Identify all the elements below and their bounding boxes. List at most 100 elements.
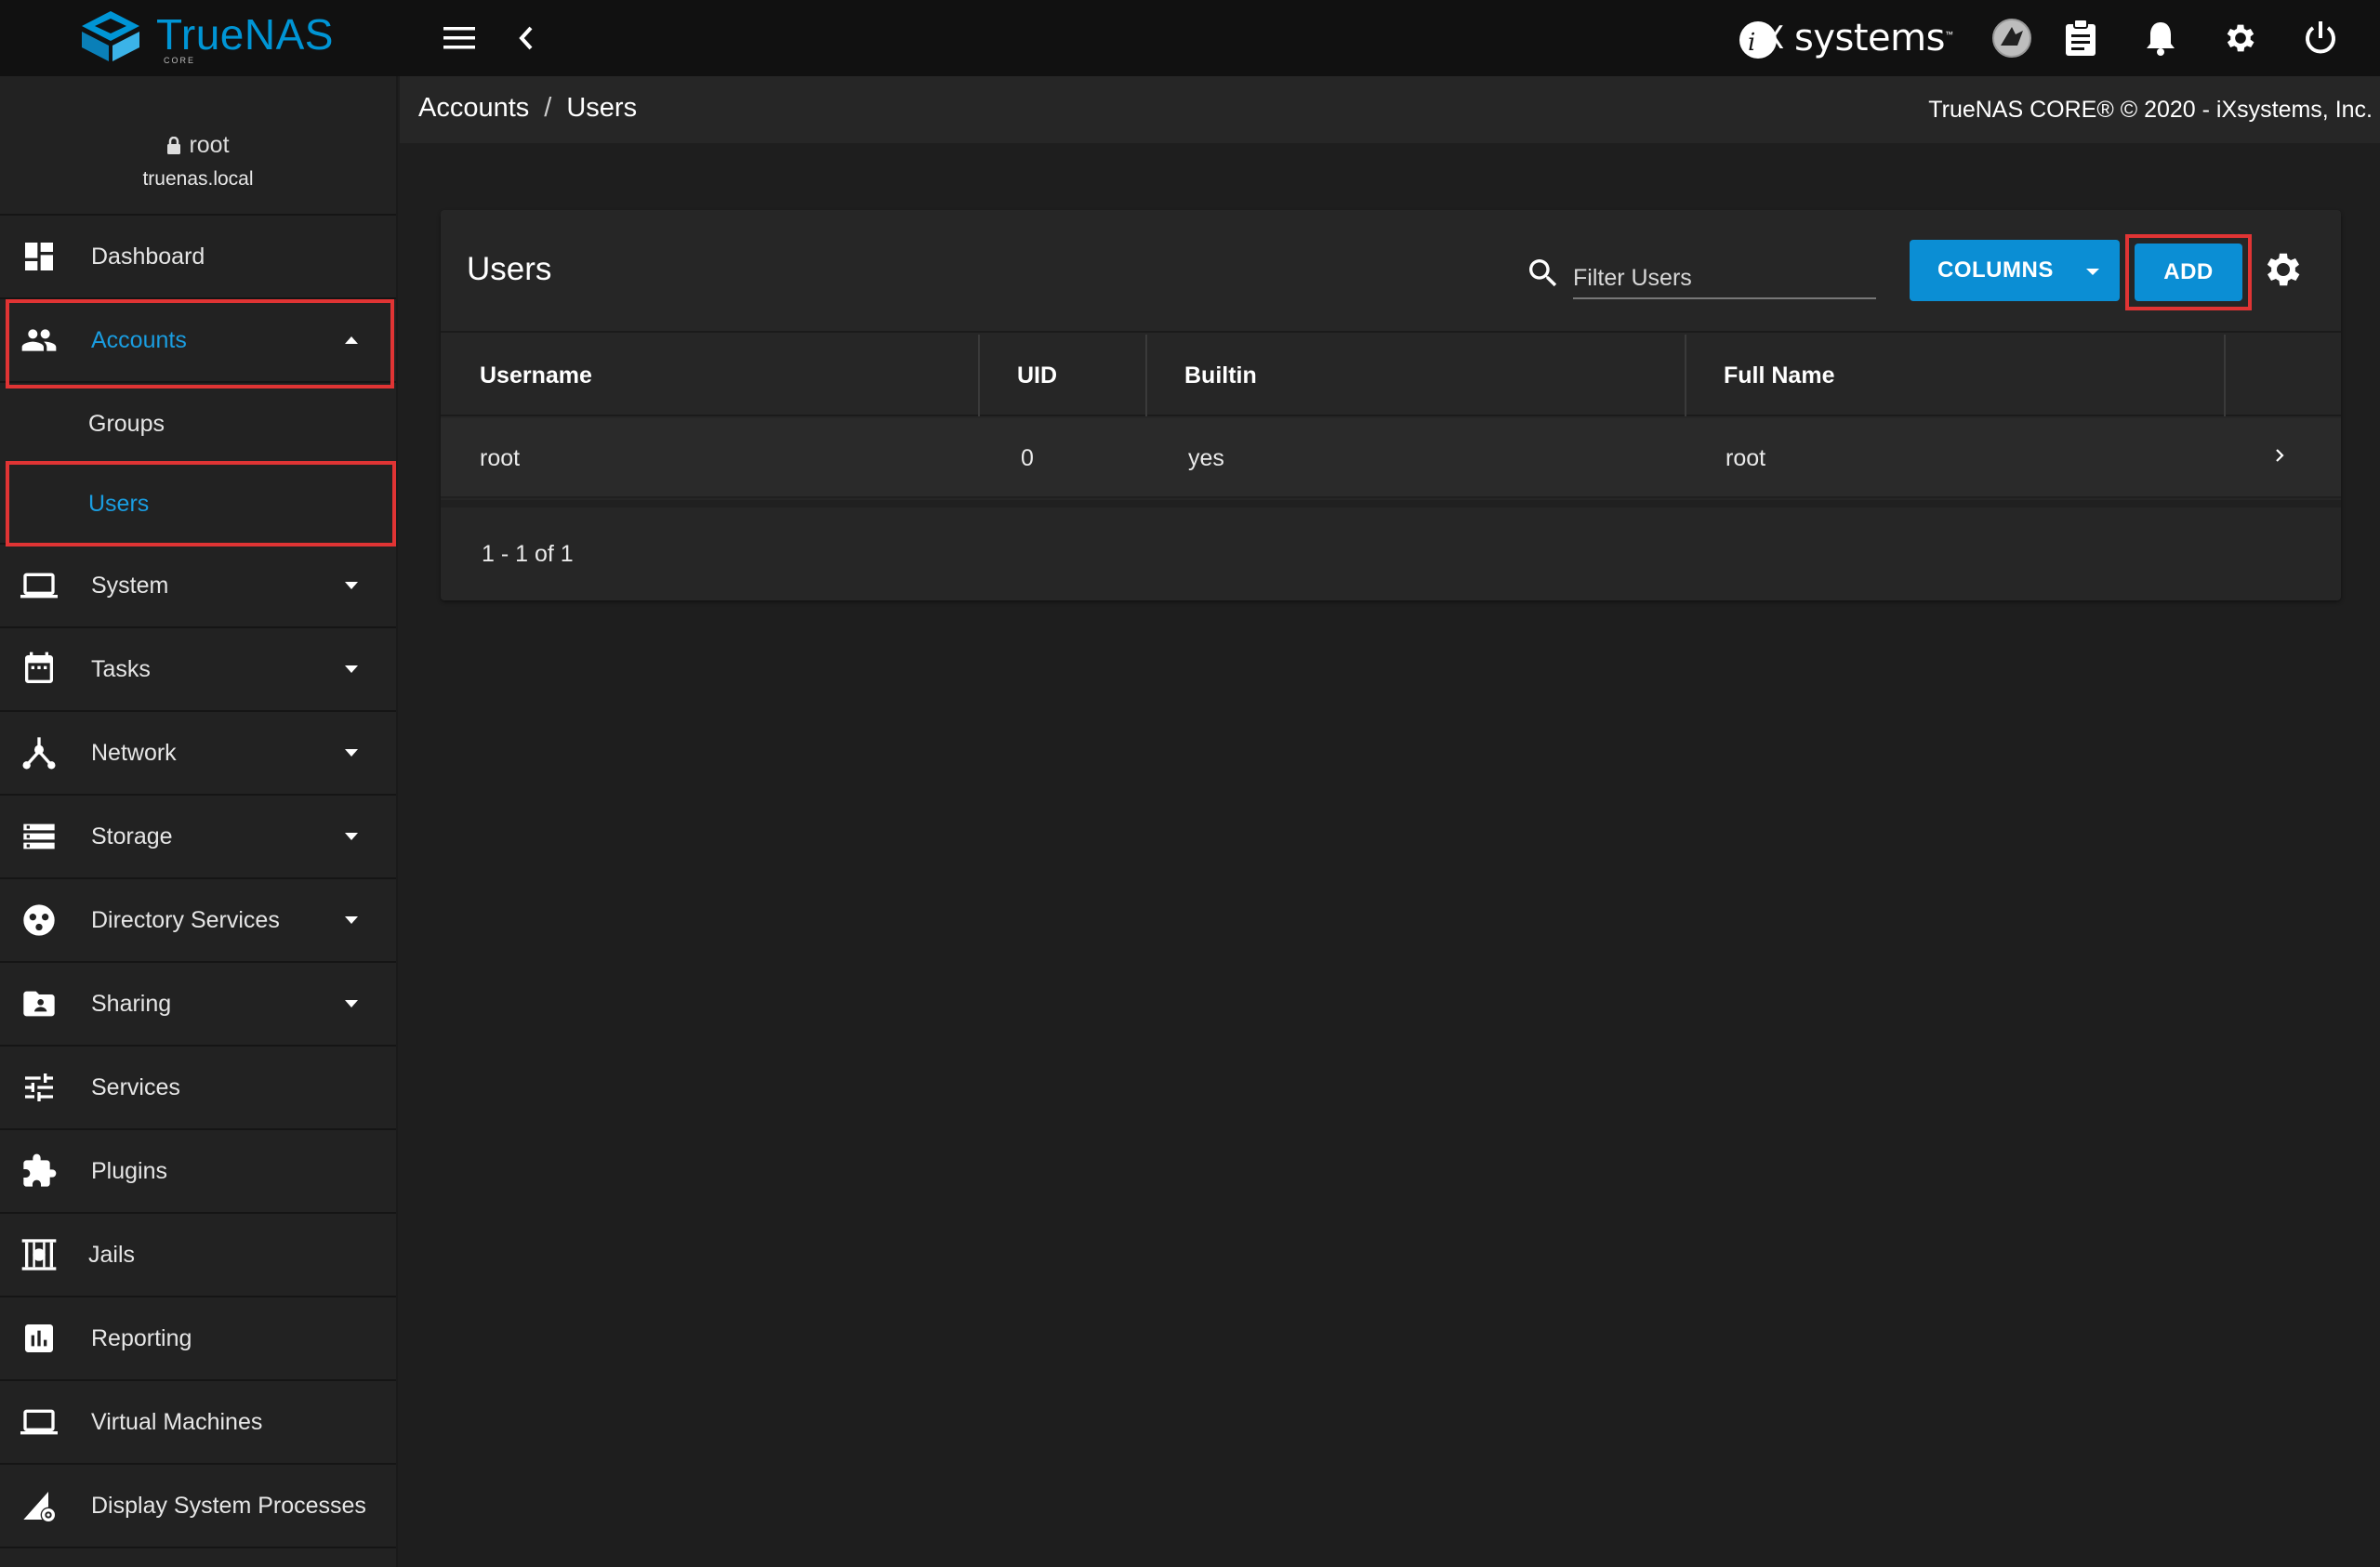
copyright-text: TrueNAS CORE® © 2020 - iXsystems, Inc. [1928, 97, 2373, 123]
truenas-logo-mark [82, 11, 139, 61]
add-user-button[interactable]: ADD [2135, 244, 2242, 301]
vendor-trademark: ™ [1944, 30, 1953, 39]
table-header: Username UID Builtin Full Name [441, 335, 2341, 416]
sidebar-item-label: Plugins [91, 1157, 167, 1184]
settings-gear-icon[interactable] [2220, 18, 2261, 59]
column-header-uid[interactable]: UID [1017, 335, 1057, 416]
sidebar-subitem-label: Groups [88, 410, 165, 437]
chevron-left-icon[interactable] [506, 18, 547, 59]
table-settings-gear-icon[interactable] [2261, 247, 2306, 292]
table-footer-divider [441, 500, 2341, 507]
sidebar-item-label: Sharing [91, 990, 172, 1017]
sidebar-item-label: Services [91, 1073, 180, 1100]
bell-icon[interactable] [2140, 18, 2181, 59]
sidebar-subitem-users[interactable]: Users [0, 465, 396, 545]
sidebar-item-tasks[interactable]: Tasks [0, 628, 396, 712]
filter-users-input[interactable] [1573, 249, 1876, 299]
sidebar-item-accounts[interactable]: Accounts [0, 299, 396, 383]
add-button-label: ADD [2163, 259, 2214, 284]
column-header-username[interactable]: Username [480, 335, 592, 416]
cell-builtin: yes [1188, 444, 1224, 471]
breadcrumb-users: Users [566, 93, 638, 123]
breadcrumb-accounts[interactable]: Accounts [418, 93, 529, 124]
ixsystems-logo[interactable]: i X systems ™ [1735, 11, 1953, 65]
column-header-full-name[interactable]: Full Name [1724, 335, 1834, 416]
sidebar-item-label: Storage [91, 823, 173, 849]
caret-down-icon [345, 916, 358, 924]
cell-uid: 0 [1021, 444, 1034, 471]
caret-down-icon [345, 833, 358, 840]
sidebar-subitem-label: Users [88, 490, 150, 517]
hostname-label: truenas.local [142, 168, 254, 190]
sidebar-item-label: Network [91, 739, 177, 766]
breadcrumb: Accounts / Users [418, 93, 637, 124]
clipboard-icon[interactable] [2060, 18, 2101, 59]
sidebar-item-storage[interactable]: Storage [0, 796, 396, 879]
sidebar-item-jails[interactable]: Jails [0, 1214, 396, 1297]
sidebar-item-plugins[interactable]: Plugins [0, 1130, 396, 1214]
sidebar-item-label: Accounts [91, 326, 187, 353]
sidebar-item-virtual-machines[interactable]: Virtual Machines [0, 1381, 396, 1465]
chevron-right-icon[interactable] [2270, 446, 2289, 465]
chart-icon [25, 1324, 53, 1352]
table-row[interactable]: root 0 yes root [441, 418, 2341, 498]
brand-edition: CORE [164, 56, 196, 65]
calendar-icon [25, 652, 53, 683]
directory-icon [23, 904, 55, 936]
dashboard-icon [25, 243, 53, 270]
sidebar-item-label: System [91, 572, 169, 599]
lock-icon [167, 136, 181, 154]
storage-icon [23, 823, 55, 849]
network-icon [22, 737, 56, 770]
sidebar-item-label: Virtual Machines [91, 1408, 263, 1435]
filter-users [1525, 249, 1915, 299]
cell-full-name: root [1726, 444, 1766, 471]
user-info: root truenas.local [0, 76, 396, 216]
columns-button-label: COLUMNS [1937, 257, 2054, 283]
page-title: Users [467, 251, 552, 287]
laptop-icon [20, 573, 58, 599]
svg-text:i: i [1748, 29, 1755, 57]
breadcrumb-separator: / [544, 93, 552, 123]
sidebar-item-label: Jails [88, 1241, 136, 1268]
brand-wordmark: TrueNAS [156, 10, 334, 59]
processes-icon [23, 1492, 57, 1523]
vendor-wordmark: systems [1794, 17, 1945, 59]
username-label: root [189, 132, 230, 158]
sidebar-item-label: Display System Processes [91, 1492, 366, 1519]
jail-icon [21, 1239, 57, 1271]
sidebar-item-reporting[interactable]: Reporting [0, 1297, 396, 1381]
column-header-builtin[interactable]: Builtin [1184, 335, 1257, 416]
people-icon [21, 329, 57, 351]
sidebar: root truenas.local Dashboard Accounts Gr… [0, 76, 398, 1567]
sidebar-item-label: Tasks [91, 655, 151, 682]
sidebar-item-dashboard[interactable]: Dashboard [0, 216, 396, 299]
menu-icon[interactable] [439, 18, 480, 59]
column-divider [1145, 335, 1147, 416]
puzzle-icon [23, 1153, 57, 1187]
columns-button[interactable]: COLUMNS [1910, 240, 2120, 301]
sidebar-item-network[interactable]: Network [0, 712, 396, 796]
paginator-range: 1 - 1 of 1 [482, 541, 574, 567]
sidebar-subitem-groups[interactable]: Groups [0, 383, 396, 465]
sidebar-item-display-system-processes[interactable]: Display System Processes [0, 1465, 396, 1548]
monitor-icon [20, 1409, 58, 1435]
svg-text:X: X [1763, 20, 1784, 57]
column-divider [978, 335, 980, 416]
column-divider [1685, 335, 1686, 416]
sidebar-item-sharing[interactable]: Sharing [0, 963, 396, 1047]
truenas-logo[interactable]: TrueNAS CORE [78, 9, 333, 67]
caret-down-icon [345, 749, 358, 757]
sidebar-item-label: Directory Services [91, 906, 280, 933]
sidebar-item-label: Reporting [91, 1324, 192, 1351]
caret-down-icon [345, 665, 358, 673]
power-icon[interactable] [2300, 18, 2341, 59]
column-divider [2224, 335, 2226, 416]
sidebar-item-system[interactable]: System [0, 545, 396, 628]
sidebar-item-services[interactable]: Services [0, 1047, 396, 1130]
card-header: Users COLUMNS ADD [441, 210, 2341, 333]
tune-icon [25, 1073, 53, 1101]
caret-up-icon [345, 336, 358, 344]
truecommand-icon[interactable] [1991, 18, 2032, 59]
sidebar-item-directory-services[interactable]: Directory Services [0, 879, 396, 963]
